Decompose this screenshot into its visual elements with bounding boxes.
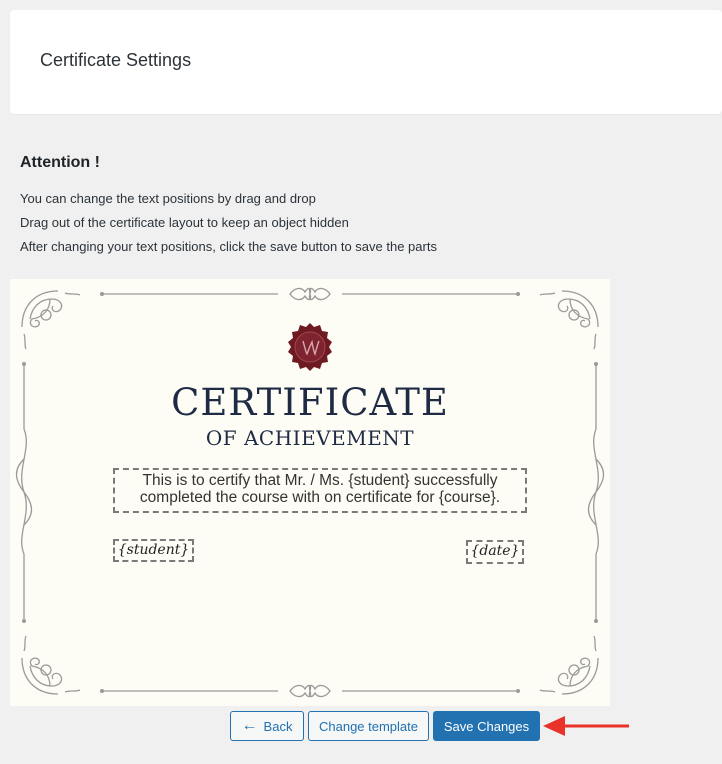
arrow-left-icon: ← [241, 717, 258, 734]
body-text-line-1: This is to certify that Mr. / Ms. {stude… [142, 472, 498, 489]
instruction-line-1: You can change the text positions by dra… [20, 191, 316, 206]
corner-flourish-bottom-right [539, 635, 599, 695]
back-button-label: Back [263, 718, 293, 734]
certificate-canvas: CERTIFICATE OF ACHIEVEMENT This is to ce… [10, 279, 610, 706]
change-template-button[interactable]: Change template [308, 711, 429, 741]
corner-flourish-top-right [539, 290, 599, 350]
body-text-line-2: completed the course with on certificate… [139, 489, 501, 506]
settings-header-card: Certificate Settings [10, 10, 722, 114]
instruction-line-3: After changing your text positions, clic… [20, 239, 437, 254]
instruction-line-2: Drag out of the certificate layout to ke… [20, 215, 349, 230]
page-title: Certificate Settings [40, 50, 192, 70]
corner-flourish-top-left [21, 290, 81, 350]
back-button[interactable]: ← Back [230, 711, 304, 741]
corner-flourish-bottom-left [21, 635, 81, 695]
attention-heading: Attention ! [20, 154, 100, 171]
draggable-body-text[interactable]: This is to certify that Mr. / Ms. {stude… [113, 468, 527, 513]
red-callout-arrow-icon [543, 716, 629, 736]
wax-seal-icon [288, 323, 332, 371]
certificate-subtitle: OF ACHIEVEMENT [205, 426, 415, 450]
save-changes-button[interactable]: Save Changes [433, 711, 540, 741]
draggable-date[interactable]: {date} [466, 540, 524, 564]
change-template-label: Change template [318, 718, 418, 734]
draggable-student-name[interactable]: {student} [113, 539, 194, 562]
certificate-title: CERTIFICATE [171, 381, 449, 424]
save-changes-label: Save Changes [443, 718, 530, 734]
